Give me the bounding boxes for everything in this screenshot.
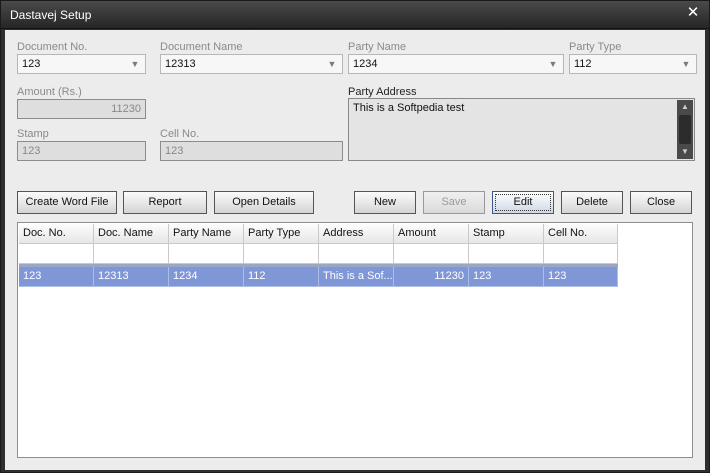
filter-row[interactable] — [19, 244, 618, 264]
delete-button[interactable]: Delete — [561, 191, 623, 214]
report-button[interactable]: Report — [123, 191, 207, 214]
chevron-down-icon[interactable]: ▼ — [680, 57, 692, 71]
close-button[interactable]: Close — [630, 191, 692, 214]
scroll-down-icon[interactable]: ▼ — [677, 145, 693, 159]
party-name-combo[interactable]: 1234 ▼ — [348, 54, 564, 74]
window-title: Dastavej Setup — [10, 8, 92, 22]
table-cell[interactable]: 112 — [244, 267, 319, 287]
table-cell[interactable]: 1234 — [169, 267, 244, 287]
filter-cell[interactable] — [19, 244, 94, 264]
party-address-value: This is a Softpedia test — [353, 102, 465, 114]
column-header[interactable]: Cell No. — [544, 224, 618, 244]
table-cell[interactable]: 12313 — [94, 267, 169, 287]
amount-label: Amount (Rs.) — [17, 86, 82, 98]
document-name-combo[interactable]: 12313 ▼ — [160, 54, 343, 74]
close-icon[interactable]: ✕ — [686, 5, 700, 20]
scroll-thumb[interactable] — [679, 115, 691, 144]
chevron-down-icon[interactable]: ▼ — [129, 57, 141, 71]
party-type-combo[interactable]: 112 ▼ — [569, 54, 697, 74]
save-button[interactable]: Save — [423, 191, 485, 214]
filter-cell[interactable] — [94, 244, 169, 264]
table-cell[interactable]: 123 — [469, 267, 544, 287]
column-header[interactable]: Address — [319, 224, 394, 244]
filter-cell[interactable] — [469, 244, 544, 264]
table-row[interactable]: 123 12313 1234 112 This is a Sof... 1123… — [19, 267, 618, 287]
open-details-button[interactable]: Open Details — [214, 191, 314, 214]
column-header[interactable]: Stamp — [469, 224, 544, 244]
cell-no-field[interactable]: 123 — [160, 141, 343, 161]
column-header[interactable]: Party Name — [169, 224, 244, 244]
stamp-label: Stamp — [17, 128, 49, 140]
filter-cell[interactable] — [169, 244, 244, 264]
party-type-label: Party Type — [569, 41, 622, 53]
party-address-memo[interactable]: This is a Softpedia test ▲ ▼ — [348, 98, 695, 161]
new-button[interactable]: New — [354, 191, 416, 214]
amount-field[interactable]: 11230 — [17, 99, 146, 119]
scroll-up-icon[interactable]: ▲ — [677, 100, 693, 114]
party-type-value: 112 — [574, 58, 592, 70]
column-header[interactable]: Doc. No. — [19, 224, 94, 244]
filter-cell[interactable] — [319, 244, 394, 264]
filter-cell[interactable] — [244, 244, 319, 264]
column-header[interactable]: Party Type — [244, 224, 319, 244]
column-header[interactable]: Amount — [394, 224, 469, 244]
grid-header: Doc. No. Doc. Name Party Name Party Type… — [19, 224, 618, 244]
records-grid[interactable]: Doc. No. Doc. Name Party Name Party Type… — [17, 222, 693, 458]
table-cell[interactable]: 11230 — [394, 267, 469, 287]
table-cell[interactable]: 123 — [19, 267, 94, 287]
party-address-scrollbar[interactable]: ▲ ▼ — [677, 100, 693, 159]
create-word-file-button[interactable]: Create Word File — [17, 191, 117, 214]
column-header[interactable]: Doc. Name — [94, 224, 169, 244]
chevron-down-icon[interactable]: ▼ — [547, 57, 559, 71]
party-name-value: 1234 — [353, 58, 378, 70]
document-no-combo[interactable]: 123 ▼ — [17, 54, 146, 74]
edit-button[interactable]: Edit — [492, 191, 554, 214]
document-name-label: Document Name — [160, 41, 243, 53]
filter-cell[interactable] — [394, 244, 469, 264]
party-address-label: Party Address — [348, 86, 417, 98]
dastavej-setup-window: Dastavej Setup ✕ Document No. 123 ▼ Docu… — [0, 0, 710, 473]
form-area: Document No. 123 ▼ Document Name 12313 ▼… — [5, 30, 705, 470]
chevron-down-icon[interactable]: ▼ — [326, 57, 338, 71]
table-cell[interactable]: This is a Sof... — [319, 267, 394, 287]
document-no-value: 123 — [22, 58, 41, 70]
table-cell[interactable]: 123 — [544, 267, 618, 287]
document-name-value: 12313 — [165, 58, 196, 70]
title-bar[interactable]: Dastavej Setup ✕ — [1, 1, 709, 29]
document-no-label: Document No. — [17, 41, 88, 53]
party-name-label: Party Name — [348, 41, 407, 53]
stamp-field[interactable]: 123 — [17, 141, 146, 161]
filter-cell[interactable] — [544, 244, 618, 264]
cell-no-label: Cell No. — [160, 128, 200, 140]
